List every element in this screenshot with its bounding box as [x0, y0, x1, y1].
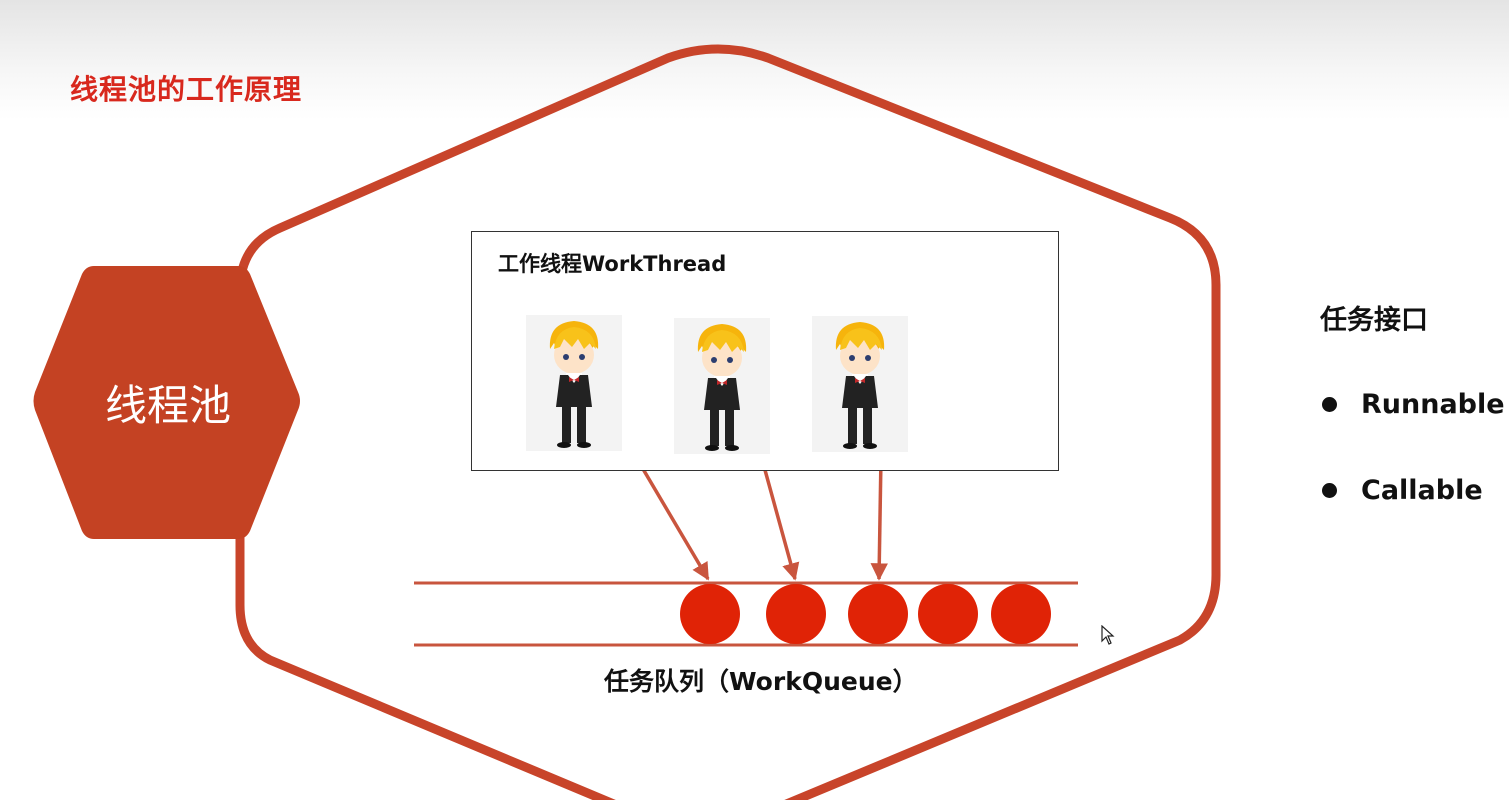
queued-task — [848, 584, 908, 644]
work-queue-label: 任务队列（WorkQueue） — [604, 667, 918, 696]
queued-task — [918, 584, 978, 644]
work-thread-title: 工作线程WorkThread — [498, 252, 727, 276]
work-thread-box: 工作线程WorkThread — [471, 231, 1059, 471]
task-interface-item: Callable — [1322, 473, 1483, 507]
worker-figure — [812, 316, 908, 452]
task-interface-label: Callable — [1361, 474, 1483, 506]
queued-task — [680, 584, 740, 644]
bullet-icon — [1322, 396, 1337, 412]
bullet-icon — [1322, 482, 1337, 498]
mouse-cursor-icon — [1101, 625, 1115, 645]
queued-task — [991, 584, 1051, 644]
thread-pool-label: 线程池 — [104, 381, 231, 430]
worker-figure — [674, 318, 770, 454]
worker-figure — [526, 315, 622, 451]
task-interface-item: Runnable — [1322, 387, 1505, 421]
task-interface-title: 任务接口 — [1320, 305, 1428, 336]
queued-task — [766, 584, 826, 644]
task-interface-label: Runnable — [1361, 388, 1505, 420]
